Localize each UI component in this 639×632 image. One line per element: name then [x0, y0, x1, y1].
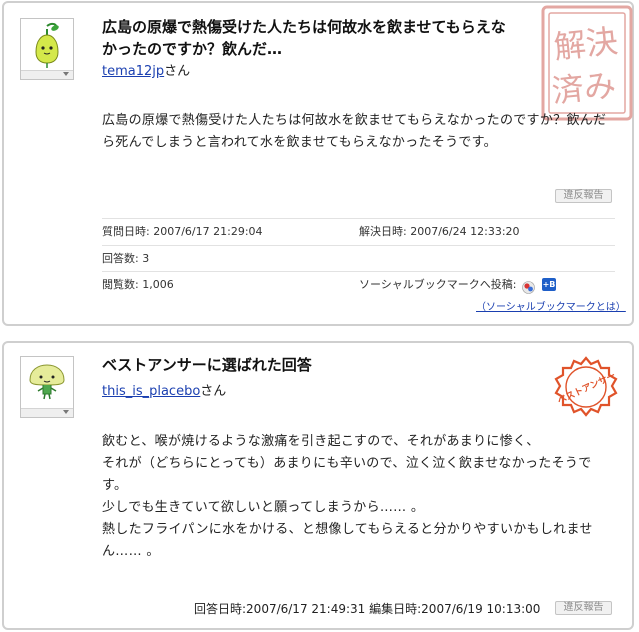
answer-paragraph-1: 飲むと、喉が焼けるような激痛を引き起こすので、それがあまりに惨く、 それが（どち… — [102, 431, 616, 519]
avatar-menu-button[interactable] — [21, 408, 73, 417]
social-bookmark-2-icon[interactable]: +B — [542, 278, 556, 291]
answer-paragraph-2: 熱したフライパンに水をかける、と想像してもらえると分かりやすいかもしれません……… — [102, 519, 616, 563]
question-user: tema12jpさん — [102, 63, 190, 81]
asked-label: 質問日時: — [102, 225, 150, 238]
social-bookmark-help-link[interactable]: （ソーシャルブックマークとは） — [476, 302, 626, 313]
solved-stamp-text-2: 済み — [550, 66, 618, 110]
sprout-character-icon — [22, 20, 72, 70]
answered-value: 2007/6/17 21:49:31 — [246, 602, 366, 616]
views-label: 閲覧数: — [102, 278, 139, 291]
user-suffix: さん — [200, 384, 227, 399]
report-button[interactable]: 違反報告 — [555, 601, 612, 615]
avatar-menu-button[interactable] — [21, 70, 73, 79]
social-bookmark-label: ソーシャルブックマークへ投稿: — [359, 278, 517, 291]
answer-user: this_is_placeboさん — [102, 383, 226, 401]
answers-value: 3 — [142, 252, 150, 265]
mushroom-character-icon — [22, 358, 72, 408]
answer-line-2: それが（どちらにとっても）あまりにも辛いので、泣く泣く飲ませなかったそうです。 — [102, 456, 592, 493]
report-button[interactable]: 違反報告 — [555, 189, 612, 203]
answer-line-3: 少しでも生きていて欲しいと願ってしまうから…… 。 — [102, 500, 425, 515]
answered-label: 回答日時: — [194, 602, 247, 616]
answer-paragraph-2-text: 熱したフライパンに水をかける、と想像してもらえると分かりやすいかもしれません……… — [102, 522, 593, 559]
meta-row-answers: 回答数: 3 — [102, 245, 615, 272]
chevron-down-icon — [63, 72, 69, 76]
chevron-down-icon — [63, 410, 69, 414]
answer-avatar[interactable] — [20, 356, 74, 418]
question-user-link[interactable]: tema12jp — [102, 64, 164, 79]
question-body: 広島の原爆で熱傷受けた人たちは何故水を飲ませてもらえなかったのですか？飲んだら死… — [102, 113, 607, 150]
best-answer-stamp: ベストアンサー — [553, 355, 619, 421]
answer-line-1: 飲むと、喉が焼けるような激痛を引き起こすので、それがあまりに惨く、 — [102, 434, 540, 449]
user-suffix: さん — [164, 64, 191, 79]
best-answer-card: ベストアンサーに選ばれた回答 this_is_placeboさん ベストアンサー… — [2, 341, 634, 630]
edited-value: 2007/6/19 10:13:00 — [421, 602, 541, 616]
best-answer-title: ベストアンサーに選ばれた回答 — [102, 356, 312, 374]
answers-label: 回答数: — [102, 252, 139, 265]
answer-footer: 回答日時:2007/6/17 21:49:31 編集日時:2007/6/19 1… — [194, 601, 540, 617]
meta-row-views: 閲覧数: 1,006 ソーシャルブックマークへ投稿: +B — [102, 271, 615, 298]
answer-user-link[interactable]: this_is_placebo — [102, 384, 200, 399]
question-avatar[interactable] — [20, 18, 74, 80]
question-card: 広島の原爆で熱傷受けた人たちは何故水を飲ませてもらえなかったのですか？飲んだ… … — [2, 1, 634, 326]
asked-value: 2007/6/17 21:29:04 — [153, 225, 263, 238]
solved-stamp: 解決 済み — [517, 5, 635, 125]
question-title: 広島の原爆で熱傷受けた人たちは何故水を飲ませてもらえなかったのですか？飲んだ… — [102, 18, 506, 58]
views-value: 1,006 — [142, 278, 174, 291]
meta-row-dates: 質問日時: 2007/6/17 21:29:04 解決日時: 2007/6/24… — [102, 218, 615, 245]
social-bookmark-1-icon[interactable] — [522, 278, 535, 294]
edited-label: 編集日時: — [369, 602, 422, 616]
solved-value: 2007/6/24 12:33:20 — [410, 225, 520, 238]
solved-stamp-text-1: 解決 — [552, 22, 620, 66]
solved-label: 解決日時: — [359, 225, 407, 238]
